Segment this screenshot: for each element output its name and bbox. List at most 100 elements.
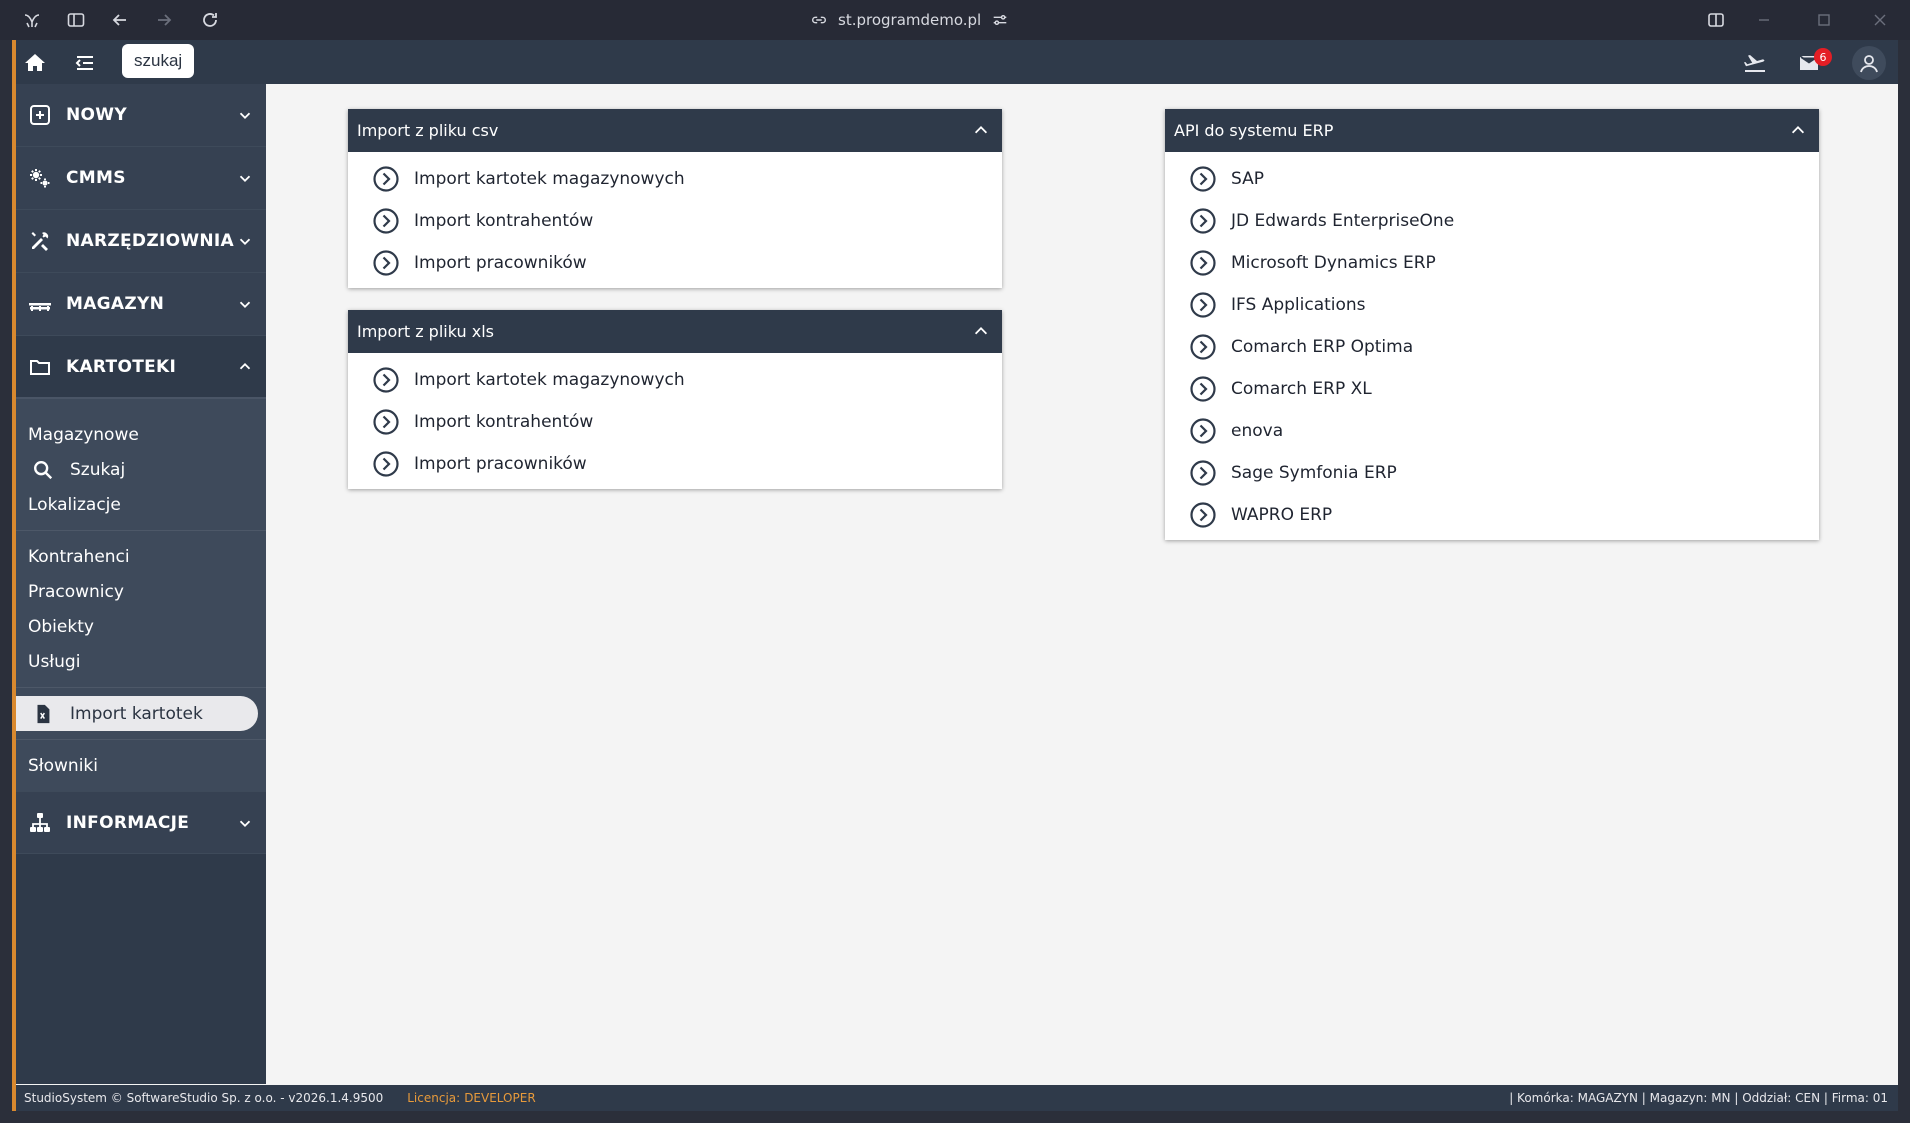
list-item[interactable]: Import kartotek magazynowych xyxy=(348,158,1002,200)
submenu-link-uslugi[interactable]: Usługi xyxy=(16,644,266,679)
sitemap-icon xyxy=(26,809,54,837)
submenu-link-pracownicy[interactable]: Pracownicy xyxy=(16,574,266,609)
list-item-label: Comarch ERP XL xyxy=(1231,379,1372,399)
chevron-circle-right-icon xyxy=(372,366,400,394)
chevron-up-icon[interactable] xyxy=(1787,119,1809,141)
list-item[interactable]: JD Edwards EnterpriseOne xyxy=(1165,200,1819,242)
list-item-label: Comarch ERP Optima xyxy=(1231,337,1414,357)
chevron-up-icon[interactable] xyxy=(970,119,992,141)
reload-icon[interactable] xyxy=(198,8,222,32)
list-item-label: enova xyxy=(1231,421,1284,441)
chevron-circle-right-icon xyxy=(372,165,400,193)
url-text: st.programdemo.pl xyxy=(838,11,982,29)
submenu-link-import-kartotek[interactable]: Import kartotek xyxy=(16,696,258,731)
chevron-circle-right-icon xyxy=(1189,291,1217,319)
status-footer: StudioSystem © SoftwareStudio Sp. z o.o.… xyxy=(16,1085,1898,1111)
nav-section-informacje[interactable]: INFORMACJE xyxy=(16,791,266,854)
list-item[interactable]: Comarch ERP XL xyxy=(1165,368,1819,410)
chevron-circle-right-icon xyxy=(1189,207,1217,235)
list-item-label: Import kartotek magazynowych xyxy=(414,169,685,189)
list-item[interactable]: Import pracowników xyxy=(348,443,1002,485)
chevron-down-icon[interactable] xyxy=(232,165,258,191)
chevron-up-icon[interactable] xyxy=(970,320,992,342)
tools-icon xyxy=(26,227,54,255)
search-button[interactable]: szukaj xyxy=(122,44,195,78)
browser-logo-icon[interactable] xyxy=(20,8,44,32)
license-label: Licencja: xyxy=(407,1091,461,1105)
card-header: Import z pliku csv xyxy=(348,109,1002,152)
sidebar: NOWY CMMS NARZĘDZIOWNIA MAGAZYN KARTOTEK… xyxy=(16,84,266,1084)
address-bar[interactable]: st.programdemo.pl xyxy=(810,8,1009,32)
chevron-circle-right-icon xyxy=(1189,501,1217,529)
chevron-up-icon[interactable] xyxy=(232,354,258,380)
chevron-down-icon[interactable] xyxy=(232,810,258,836)
list-item-label: JD Edwards EnterpriseOne xyxy=(1231,211,1455,231)
forward-icon[interactable] xyxy=(152,8,176,32)
gears-icon xyxy=(26,164,54,192)
list-item-label: Import kartotek magazynowych xyxy=(414,370,685,390)
sidebar-toggle-icon[interactable] xyxy=(64,8,88,32)
chevron-down-icon[interactable] xyxy=(232,102,258,128)
chevron-circle-right-icon xyxy=(372,408,400,436)
split-view-icon[interactable] xyxy=(1704,8,1728,32)
chevron-circle-right-icon xyxy=(1189,459,1217,487)
list-item[interactable]: WAPRO ERP xyxy=(1165,494,1819,536)
maximize-icon[interactable] xyxy=(1812,8,1836,32)
home-icon[interactable] xyxy=(22,50,48,76)
close-window-icon[interactable] xyxy=(1868,8,1892,32)
departures-icon[interactable] xyxy=(1742,50,1768,76)
site-settings-icon[interactable] xyxy=(991,11,1009,29)
chevron-down-icon[interactable] xyxy=(232,291,258,317)
submenu-link-lokalizacje[interactable]: Lokalizacje xyxy=(16,487,266,522)
nav-section-label: NARZĘDZIOWNIA xyxy=(66,231,234,251)
screen: st.programdemo.pl szukaj 6 NOWY CMMS NAR… xyxy=(0,0,1910,1123)
list-item[interactable]: SAP xyxy=(1165,158,1819,200)
nav-section-nowy[interactable]: NOWY xyxy=(16,84,266,147)
menu-collapse-icon[interactable] xyxy=(72,50,98,76)
list-item-label: Import kontrahentów xyxy=(414,412,594,432)
folder-icon xyxy=(26,353,54,381)
nav-section-narzedziownia[interactable]: NARZĘDZIOWNIA xyxy=(16,210,266,273)
list-item[interactable]: Import kartotek magazynowych xyxy=(348,359,1002,401)
browser-toolbar: st.programdemo.pl xyxy=(0,0,1910,40)
minimize-icon[interactable] xyxy=(1752,8,1776,32)
nav-section-label: INFORMACJE xyxy=(66,812,190,833)
user-avatar-icon[interactable] xyxy=(1852,46,1886,80)
nav-section-cmms[interactable]: CMMS xyxy=(16,147,266,210)
chevron-circle-right-icon xyxy=(372,249,400,277)
submenu-link-slowniki[interactable]: Słowniki xyxy=(16,748,266,783)
nav-section-label: NOWY xyxy=(66,105,127,125)
card-list: SAP JD Edwards EnterpriseOne Microsoft Dyn… xyxy=(1165,152,1819,540)
app-frame: szukaj 6 NOWY CMMS NARZĘDZIOWNIA MAGAZYN… xyxy=(12,40,1898,1111)
card-import-xls: Import z pliku xls Import kartotek magaz… xyxy=(348,310,1002,489)
chevron-circle-right-icon xyxy=(1189,375,1217,403)
excel-file-icon xyxy=(30,701,56,727)
chevron-circle-right-icon xyxy=(372,207,400,235)
list-item[interactable]: Sage Symfonia ERP xyxy=(1165,452,1819,494)
plus-square-icon xyxy=(26,101,54,129)
list-item-label: WAPRO ERP xyxy=(1231,505,1333,525)
mail-count-badge: 6 xyxy=(1814,48,1832,66)
submenu-link-szukaj[interactable]: Szukaj xyxy=(16,452,266,487)
card-header: Import z pliku xls xyxy=(348,310,1002,353)
list-item[interactable]: Import kontrahentów xyxy=(348,401,1002,443)
nav-section-magazyn[interactable]: MAGAZYN xyxy=(16,273,266,336)
submenu-link-magazynowe[interactable]: Magazynowe xyxy=(16,417,266,452)
list-item[interactable]: IFS Applications xyxy=(1165,284,1819,326)
list-item[interactable]: Import kontrahentów xyxy=(348,200,1002,242)
list-item-label: Import pracowników xyxy=(414,454,587,474)
list-item[interactable]: enova xyxy=(1165,410,1819,452)
submenu-group: Kontrahenci Pracownicy Obiekty Usługi xyxy=(16,531,266,688)
nav-section-kartoteki[interactable]: KARTOTEKI xyxy=(16,336,266,399)
license-value: DEVELOPER xyxy=(464,1091,536,1105)
back-icon[interactable] xyxy=(108,8,132,32)
list-item[interactable]: Microsoft Dynamics ERP xyxy=(1165,242,1819,284)
mail-icon[interactable]: 6 xyxy=(1796,48,1832,76)
chevron-down-icon[interactable] xyxy=(232,228,258,254)
list-item[interactable]: Comarch ERP Optima xyxy=(1165,326,1819,368)
submenu-link-obiekty[interactable]: Obiekty xyxy=(16,609,266,644)
chevron-circle-right-icon xyxy=(1189,417,1217,445)
submenu-link-kontrahenci[interactable]: Kontrahenci xyxy=(16,539,266,574)
nav-section-label: MAGAZYN xyxy=(66,294,165,314)
list-item[interactable]: Import pracowników xyxy=(348,242,1002,284)
